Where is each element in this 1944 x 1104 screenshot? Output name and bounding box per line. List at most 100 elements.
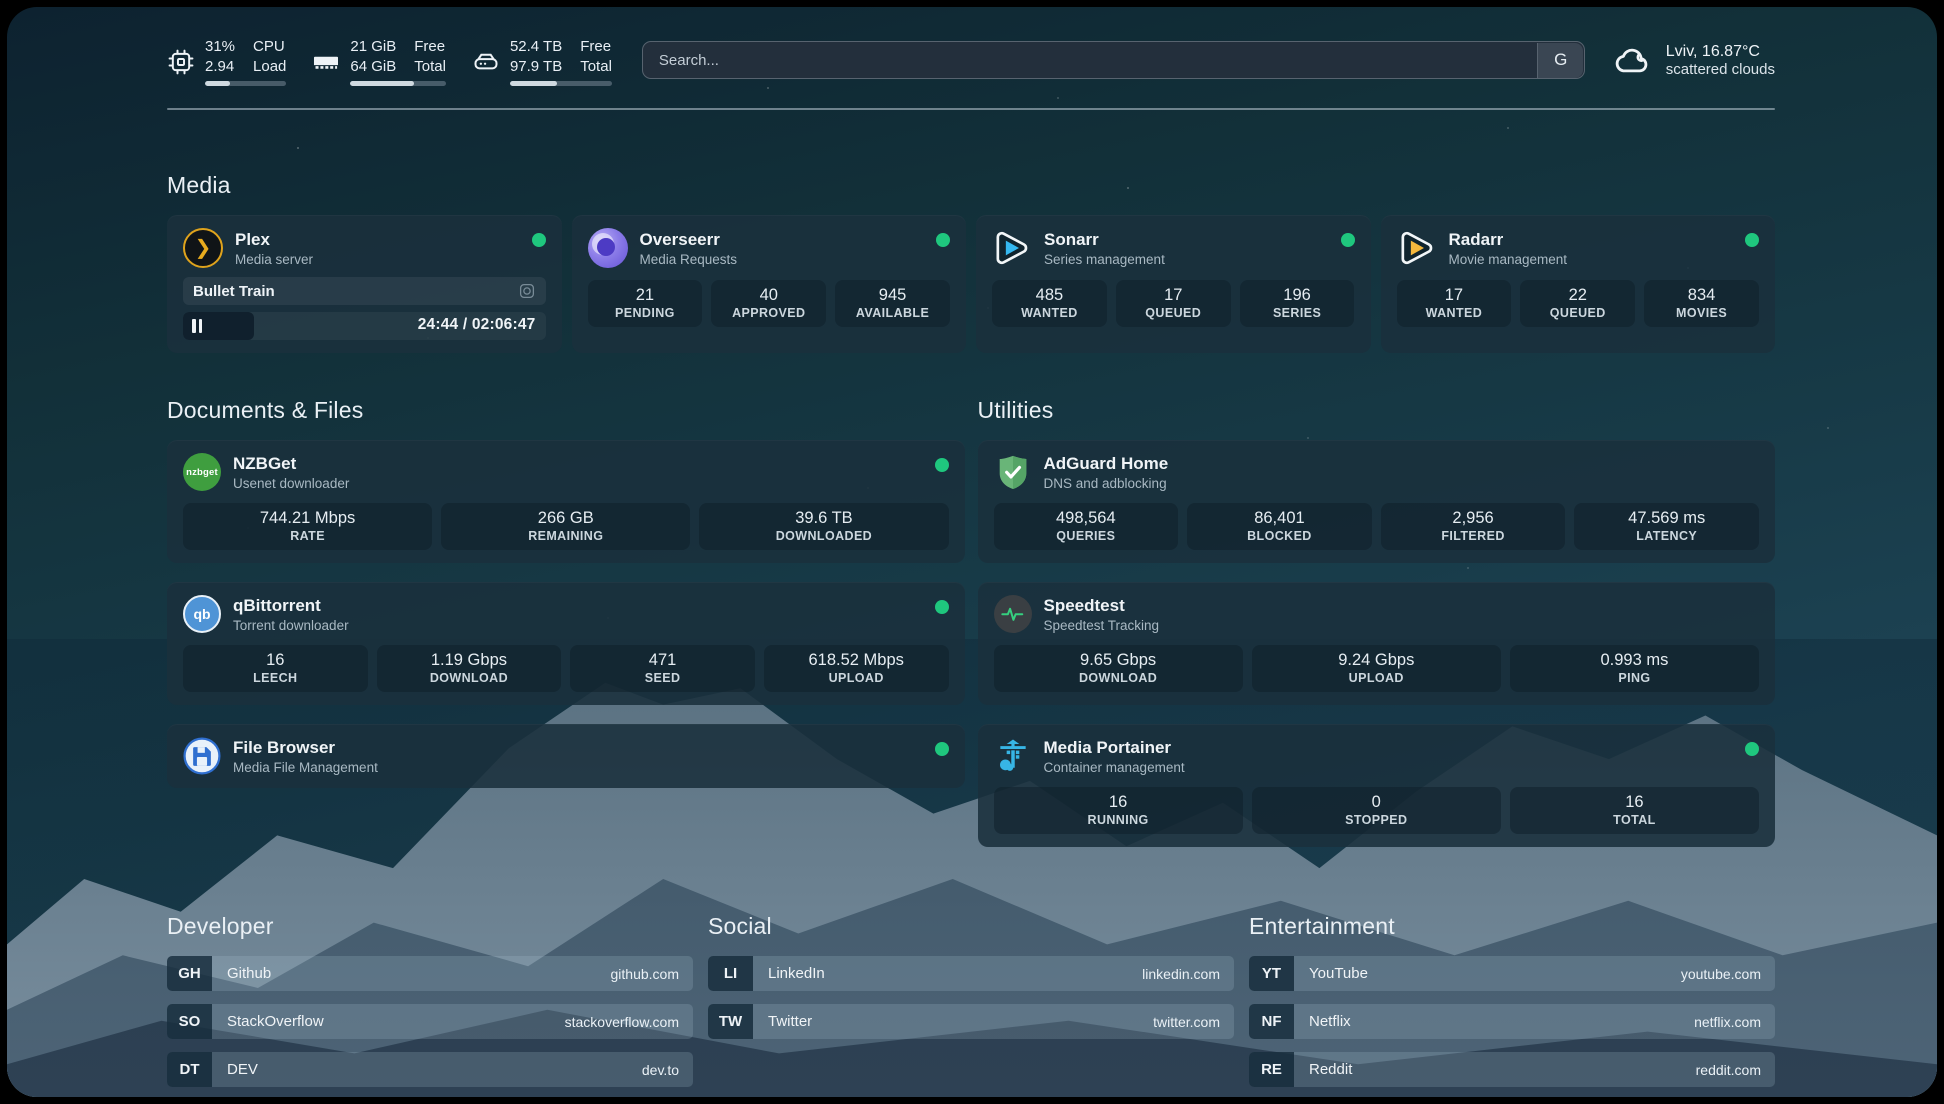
link-netflix[interactable]: NF Netflix netflix.com: [1249, 1004, 1775, 1039]
card-plex[interactable]: ❯ Plex Media server Bullet Train: [167, 215, 562, 353]
stat-label: QUEUED: [1522, 306, 1633, 320]
card-subtitle: Usenet downloader: [233, 476, 349, 491]
media-type-icon: [518, 282, 536, 300]
sky-stars: [7, 7, 9, 9]
disk-free-value: 52.4 TB: [510, 37, 562, 57]
stat-value: 471: [572, 651, 753, 670]
stat-box: 16 RUNNING: [994, 787, 1243, 834]
link-badge: NF: [1249, 1004, 1294, 1039]
stat-label: PENDING: [590, 306, 701, 320]
link-youtube[interactable]: YT YouTube youtube.com: [1249, 956, 1775, 991]
stat-label: RUNNING: [996, 813, 1241, 827]
link-name: StackOverflow: [212, 1013, 324, 1030]
link-name: Netflix: [1294, 1013, 1351, 1030]
search-bar: G: [642, 41, 1585, 79]
system-stats: 31% 2.94 CPU Load: [167, 37, 612, 86]
stat-box: 17 QUEUED: [1116, 280, 1231, 327]
stat-box: 40 APPROVED: [711, 280, 826, 327]
stat-value: 22: [1522, 286, 1633, 305]
dashboard-screen: 31% 2.94 CPU Load: [7, 7, 1937, 1097]
card-title: Sonarr: [1044, 230, 1165, 250]
link-badge: LI: [708, 956, 753, 991]
stat-label: WANTED: [1399, 306, 1510, 320]
card-subtitle: Media Requests: [640, 252, 738, 267]
stat-label: AVAILABLE: [837, 306, 948, 320]
stat-box: 22 QUEUED: [1520, 280, 1635, 327]
card-subtitle: Media server: [235, 252, 313, 267]
card-title: qBittorrent: [233, 596, 349, 616]
link-linkedin[interactable]: LI LinkedIn linkedin.com: [708, 956, 1234, 991]
playback-progress-bar[interactable]: 24:44 / 02:06:47: [183, 312, 546, 340]
stat-value: 17: [1399, 286, 1510, 305]
status-online-dot: [935, 600, 949, 614]
ram-icon: [312, 48, 340, 76]
link-name: Github: [212, 965, 271, 982]
cloud-icon: [1611, 39, 1653, 81]
cpu-load-value: 2.94: [205, 57, 235, 77]
radarr-logo-icon: [1397, 228, 1437, 268]
link-twitter[interactable]: TW Twitter twitter.com: [708, 1004, 1234, 1039]
card-filebrowser[interactable]: File Browser Media File Management: [167, 724, 965, 788]
card-qbittorrent[interactable]: qb qBittorrent Torrent downloader: [167, 582, 965, 705]
disk-widget: 52.4 TB 97.9 TB Free Total: [472, 37, 612, 86]
status-online-dot: [935, 458, 949, 472]
stat-value: 266 GB: [443, 509, 688, 528]
card-subtitle: Container management: [1044, 760, 1185, 775]
memory-labels: Free Total: [414, 37, 446, 76]
stat-label: REMAINING: [443, 529, 688, 543]
section-title-social: Social: [708, 913, 1234, 940]
link-reddit[interactable]: RE Reddit reddit.com: [1249, 1052, 1775, 1087]
card-subtitle: Torrent downloader: [233, 618, 349, 633]
weather-location-temp: Lviv, 16.87°C: [1666, 43, 1775, 61]
status-online-dot: [1341, 233, 1355, 247]
speedtest-logo-icon: [994, 595, 1032, 633]
now-playing-row: Bullet Train: [183, 277, 546, 305]
cpu-widget: 31% 2.94 CPU Load: [167, 37, 286, 86]
card-title: Overseerr: [640, 230, 738, 250]
search-engine-button[interactable]: G: [1537, 43, 1583, 78]
memory-total-value: 64 GiB: [350, 57, 396, 77]
status-online-dot: [532, 233, 546, 247]
status-online-dot: [1745, 233, 1759, 247]
stat-label: DOWNLOAD: [379, 671, 560, 685]
stat-box: 86,401 BLOCKED: [1187, 503, 1372, 550]
card-radarr[interactable]: Radarr Movie management 17 WANTED 2: [1381, 215, 1776, 353]
section-title-utilities: Utilities: [978, 397, 1776, 424]
stat-value: 16: [1512, 793, 1757, 812]
disk-total-value: 97.9 TB: [510, 57, 562, 77]
stat-label: APPROVED: [713, 306, 824, 320]
link-badge: TW: [708, 1004, 753, 1039]
card-subtitle: Series management: [1044, 252, 1165, 267]
stat-label: WANTED: [994, 306, 1105, 320]
search-input[interactable]: [642, 41, 1585, 79]
stat-label: DOWNLOADED: [701, 529, 946, 543]
stat-box: 47.569 ms LATENCY: [1574, 503, 1759, 550]
card-adguard[interactable]: AdGuard Home DNS and adblocking 498,564 …: [978, 440, 1776, 563]
card-subtitle: DNS and adblocking: [1044, 476, 1169, 491]
card-subtitle: Media File Management: [233, 760, 378, 775]
link-badge: SO: [167, 1004, 212, 1039]
stat-box: 196 SERIES: [1240, 280, 1355, 327]
card-portainer[interactable]: Media Portainer Container management 16 …: [978, 724, 1776, 847]
cpu-usage-value: 31%: [205, 37, 235, 57]
dashboard-window: 31% 2.94 CPU Load: [0, 0, 1944, 1104]
memory-progress-track: [350, 81, 446, 86]
link-dev[interactable]: DT DEV dev.to: [167, 1052, 693, 1087]
link-url: youtube.com: [1681, 966, 1775, 982]
cpu-chip-icon: [167, 48, 195, 76]
link-stackoverflow[interactable]: SO StackOverflow stackoverflow.com: [167, 1004, 693, 1039]
card-sonarr[interactable]: Sonarr Series management 485 WANTED: [976, 215, 1371, 353]
stat-box: 39.6 TB DOWNLOADED: [699, 503, 948, 550]
cpu-progress-track: [205, 81, 286, 86]
stat-box: 17 WANTED: [1397, 280, 1512, 327]
card-speedtest[interactable]: Speedtest Speedtest Tracking 9.65 Gbps D…: [978, 582, 1776, 705]
stat-box: 618.52 Mbps UPLOAD: [764, 645, 949, 692]
stat-label: SERIES: [1242, 306, 1353, 320]
link-github[interactable]: GH Github github.com: [167, 956, 693, 991]
link-name: DEV: [212, 1061, 258, 1078]
pause-icon[interactable]: [192, 319, 204, 333]
stat-label: QUEUED: [1118, 306, 1229, 320]
card-nzbget[interactable]: nzbget NZBGet Usenet downloader: [167, 440, 965, 563]
card-overseerr[interactable]: Overseerr Media Requests 21 PENDING: [572, 215, 967, 353]
link-name: Twitter: [753, 1013, 812, 1030]
